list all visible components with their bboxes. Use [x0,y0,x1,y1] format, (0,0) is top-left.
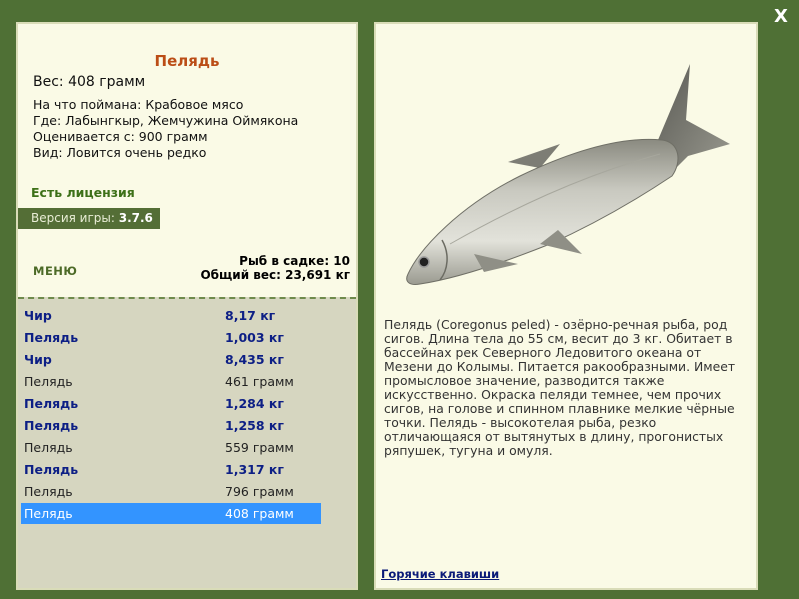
close-button[interactable]: X [771,6,791,28]
version-label: Версия игры: [31,211,119,225]
list-item[interactable]: Чир 8,435 кг [21,349,321,370]
list-item[interactable]: Пелядь 1,258 кг [21,415,321,436]
description-line: ряпушек, тугуна и омуля. [384,443,553,458]
fish-details: На что поймана: Крабовое мясо Где: Лабын… [33,97,298,161]
keepnet-stats: Рыб в садке: 10 Общий вес: 23,691 кг [200,254,350,282]
list-item-name: Пелядь [24,418,79,433]
list-item[interactable]: Пелядь 559 грамм [21,437,321,458]
list-item-name: Пелядь [24,396,79,411]
list-item-name: Пелядь [24,330,79,345]
list-item-name: Пелядь [24,374,73,389]
list-item-name: Пелядь [24,506,73,521]
description-line: искусственно. Окраска пеляди темнее, чем… [384,387,722,402]
version-number: 3.7.6 [118,211,153,225]
fish-description: Пелядь (Coregonus peled) - озёрно-речная… [384,318,746,458]
fish-name: Пелядь [154,52,220,70]
description-line: сигов, на голове и спинном плавнике мелк… [384,401,735,416]
value-info: Оценивается с: 900 грамм [33,129,208,144]
bait-info: На что поймана: Крабовое мясо [33,97,244,112]
hotkeys-link[interactable]: Горячие клавиши [381,567,499,581]
license-status: Есть лицензия [31,185,135,200]
description-line: промысловое значение, разводится также [384,373,665,388]
list-item-weight: 1,003 кг [225,330,284,345]
list-item[interactable]: Пелядь 796 грамм [21,481,321,502]
list-item-weight: 1,284 кг [225,396,284,411]
list-item[interactable]: Пелядь 1,317 кг [21,459,321,480]
description-line: точки. Пелядь - высокотелая рыба, резко [384,415,657,430]
location-info: Где: Лабынгкыр, Жемчужина Оймякона [33,113,299,128]
list-item-name: Пелядь [24,440,73,455]
list-item-name: Чир [24,308,52,323]
list-item-name: Чир [24,352,52,367]
list-item-weight: 1,258 кг [225,418,284,433]
description-line: Пелядь (Coregonus peled) - озёрно-речная… [384,317,728,332]
list-item-weight: 408 грамм [225,506,294,521]
description-line: бассейнах рек Северного Ледовитого океан… [384,345,702,360]
list-item[interactable]: Чир 8,17 кг [21,305,321,326]
fish-weight: Вес: 408 грамм [33,74,146,90]
fish-image [406,64,730,285]
list-item-weight: 1,317 кг [225,462,284,477]
list-item-selected[interactable]: Пелядь 408 грамм [21,503,321,524]
list-item-name: Пелядь [24,484,73,499]
description-line: сигов. Длина тела до 55 см, весит до 3 к… [384,331,733,346]
game-version: Версия игры: 3.7.6 [18,208,160,229]
list-item-name: Пелядь [24,462,79,477]
description-line: отличающаяся от вытянутых в длину, прого… [384,429,724,444]
fish-count: Рыб в садке: 10 [239,254,350,268]
list-item-weight: 461 грамм [225,374,294,389]
list-item[interactable]: Пелядь 461 грамм [21,371,321,392]
list-item[interactable]: Пелядь 1,003 кг [21,327,321,348]
catch-list: Чир 8,17 кг Пелядь 1,003 кг Чир 8,435 кг… [18,297,356,588]
list-item-weight: 8,435 кг [225,352,284,367]
list-item[interactable]: Пелядь 1,284 кг [21,393,321,414]
list-item-weight: 8,17 кг [225,308,276,323]
menu-button[interactable]: МЕНЮ [33,264,77,278]
description-line: Мезени до Колымы. Питается ракообразными… [384,359,736,374]
rarity-info: Вид: Ловится очень редко [33,145,207,160]
catch-info-panel: Пелядь Вес: 408 грамм На что поймана: Кр… [16,22,358,590]
fish-description-panel: Пелядь (Coregonus peled) - озёрно-речная… [374,22,758,590]
fish-eye [418,256,430,268]
list-item-weight: 796 грамм [225,484,294,499]
list-item-weight: 559 грамм [225,440,294,455]
total-weight: Общий вес: 23,691 кг [200,268,350,282]
